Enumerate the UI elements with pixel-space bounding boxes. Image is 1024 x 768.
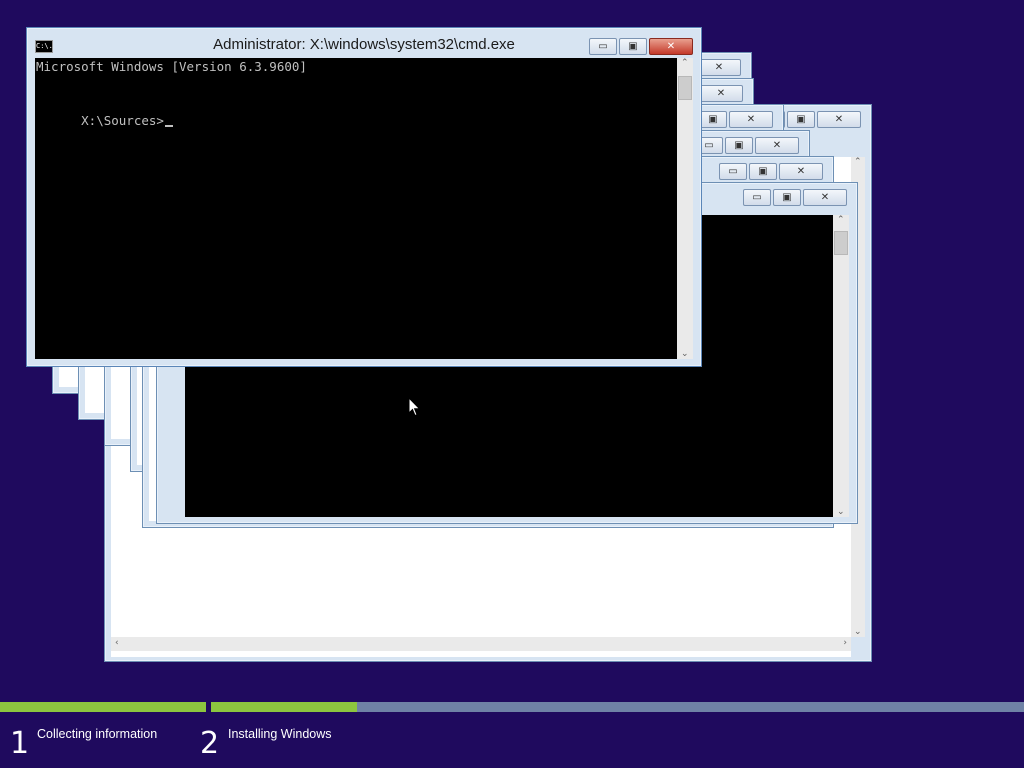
progress-step1 bbox=[0, 702, 206, 712]
scroll-right-icon[interactable]: › bbox=[843, 638, 847, 648]
ghost-window-controls: ✕ bbox=[697, 59, 741, 76]
console-area[interactable]: Microsoft Windows [Version 6.3.9600] X:\… bbox=[35, 58, 677, 359]
step-1-label: Collecting information bbox=[37, 727, 158, 741]
step-1-number: 1 bbox=[10, 726, 30, 761]
progress-fill-step1 bbox=[0, 702, 206, 712]
ghost-console-scrollbar[interactable]: ⌃ ⌄ bbox=[833, 215, 849, 517]
maximize-icon[interactable]: ▣ bbox=[773, 189, 801, 206]
scroll-down-icon[interactable]: ⌄ bbox=[854, 627, 862, 637]
scroll-thumb[interactable] bbox=[678, 76, 692, 100]
ghost-window-controls: ▭ ▣ ✕ bbox=[743, 189, 847, 206]
window-controls: ▭ ▣ ✕ bbox=[589, 38, 693, 55]
close-icon[interactable]: ✕ bbox=[817, 111, 861, 128]
scroll-up-icon[interactable]: ⌃ bbox=[837, 215, 845, 225]
ghost-window-controls: ✕ bbox=[699, 85, 743, 102]
step-2-number: 2 bbox=[200, 726, 220, 761]
close-icon[interactable]: ✕ bbox=[697, 59, 741, 76]
scroll-thumb[interactable] bbox=[834, 231, 848, 255]
maximize-button[interactable]: ▣ bbox=[619, 38, 647, 55]
scroll-down-icon[interactable]: ⌄ bbox=[837, 507, 845, 517]
minimize-button[interactable]: ▭ bbox=[589, 38, 617, 55]
version-line: Microsoft Windows [Version 6.3.9600] bbox=[36, 59, 307, 74]
scroll-up-icon[interactable]: ⌃ bbox=[681, 58, 689, 68]
minimize-icon[interactable]: ▭ bbox=[743, 189, 771, 206]
close-button[interactable]: ✕ bbox=[649, 38, 693, 55]
minimize-icon[interactable]: ▭ bbox=[719, 163, 747, 180]
progress-fill-step2 bbox=[211, 702, 358, 712]
close-icon[interactable]: ✕ bbox=[779, 163, 823, 180]
maximize-icon[interactable]: ▣ bbox=[699, 111, 727, 128]
scroll-left-icon[interactable]: ‹ bbox=[115, 638, 119, 648]
close-icon[interactable]: ✕ bbox=[755, 137, 799, 154]
scroll-down-icon[interactable]: ⌄ bbox=[681, 349, 689, 359]
close-icon[interactable]: ✕ bbox=[699, 85, 743, 102]
command-prompt[interactable]: X:\Sources> bbox=[36, 94, 173, 148]
step-2-label: Installing Windows bbox=[228, 727, 332, 741]
close-icon[interactable]: ✕ bbox=[803, 189, 847, 206]
ghost-window-controls: ▣ ✕ bbox=[699, 111, 773, 128]
maximize-icon[interactable]: ▣ bbox=[725, 137, 753, 154]
scroll-up-icon[interactable]: ⌃ bbox=[854, 157, 862, 167]
mouse-pointer-icon bbox=[408, 397, 421, 417]
maximize-icon[interactable]: ▣ bbox=[787, 111, 815, 128]
prompt-text: X:\Sources> bbox=[81, 113, 164, 128]
maximize-icon[interactable]: ▣ bbox=[749, 163, 777, 180]
ghost-window-controls: ▭ ▣ ✕ bbox=[719, 163, 823, 180]
progress-step2 bbox=[211, 702, 1024, 712]
text-cursor bbox=[164, 125, 173, 127]
ghost-window-controls: ▭ ▣ ✕ bbox=[695, 137, 799, 154]
ghost-horizontal-scrollbar[interactable]: ‹ › bbox=[111, 637, 851, 651]
vertical-scrollbar[interactable]: ⌃ ⌄ bbox=[677, 58, 693, 359]
close-icon[interactable]: ✕ bbox=[729, 111, 773, 128]
cmd-window[interactable]: C:\. Administrator: X:\windows\system32\… bbox=[26, 27, 702, 367]
